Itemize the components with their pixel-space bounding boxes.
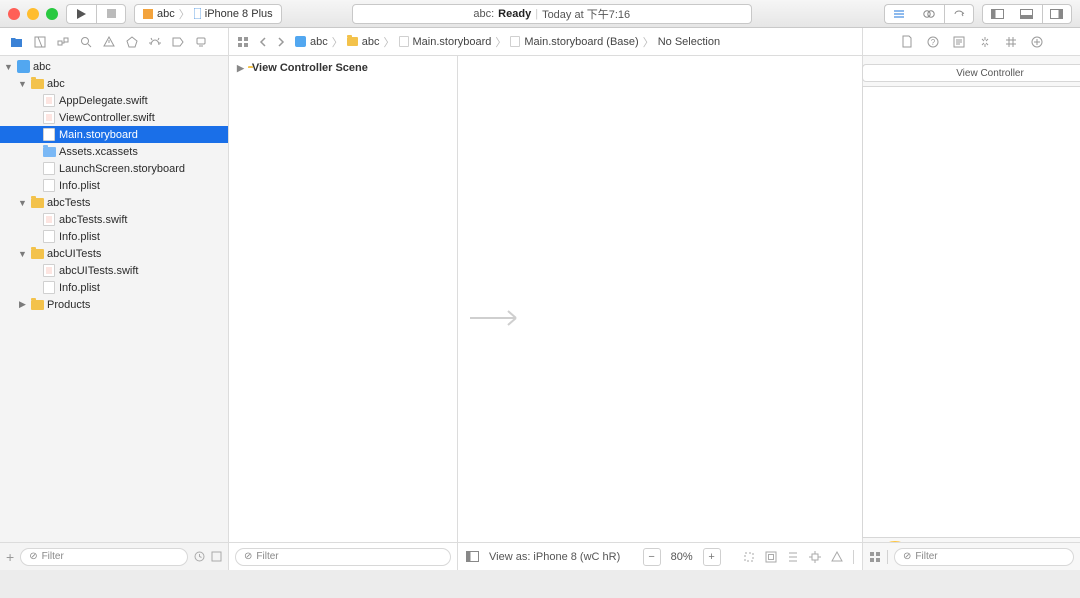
symbol-navigator-icon[interactable] bbox=[57, 36, 69, 48]
tree-row-folder[interactable]: Assets.xcassets bbox=[0, 143, 228, 160]
resolve-issues-icon[interactable] bbox=[831, 551, 843, 563]
tree-row-file[interactable]: Info.plist bbox=[0, 279, 228, 296]
breakpoint-navigator-icon[interactable] bbox=[172, 36, 184, 48]
recent-filter-icon[interactable] bbox=[194, 551, 205, 562]
editor-toolbar: abc〉 abc〉 Main.storyboard〉 Main.storyboa… bbox=[0, 28, 1080, 56]
view-as-label[interactable]: View as: iPhone 8 (wC hR) bbox=[489, 551, 620, 563]
library-filter-bar: ⊘Filter bbox=[863, 542, 1080, 570]
project-navigator-icon[interactable] bbox=[10, 36, 23, 48]
tree-row-file[interactable]: Info.plist bbox=[0, 177, 228, 194]
standard-editor-button[interactable] bbox=[884, 4, 914, 24]
minimize-window-icon[interactable] bbox=[27, 8, 39, 20]
back-button[interactable] bbox=[259, 37, 267, 47]
window-controls bbox=[8, 8, 58, 20]
stop-button[interactable] bbox=[96, 4, 126, 24]
svg-text:?: ? bbox=[930, 38, 935, 47]
storyboard-file-icon bbox=[510, 36, 520, 47]
toggle-debug-button[interactable] bbox=[1012, 4, 1042, 24]
find-navigator-icon[interactable] bbox=[80, 36, 92, 48]
inspector-selector-bar: ? bbox=[862, 28, 1080, 55]
tree-row-group[interactable]: ▶Products bbox=[0, 296, 228, 313]
crumb-project[interactable]: abc bbox=[310, 36, 328, 48]
scm-filter-icon[interactable] bbox=[211, 551, 222, 562]
library-filter-input[interactable]: ⊘Filter bbox=[894, 548, 1074, 566]
navigator-selector-bar bbox=[0, 28, 229, 55]
crumb-selection[interactable]: No Selection bbox=[658, 36, 720, 48]
test-navigator-icon[interactable] bbox=[126, 36, 138, 48]
tree-row-file[interactable]: AppDelegate.swift bbox=[0, 92, 228, 109]
forward-button[interactable] bbox=[277, 37, 285, 47]
tree-row-project[interactable]: ▼abc bbox=[0, 58, 228, 75]
view-controller-title-bar[interactable]: View Controller bbox=[862, 64, 1080, 82]
align-icon[interactable] bbox=[787, 551, 799, 563]
file-inspector-icon[interactable] bbox=[901, 35, 913, 48]
tree-row-group[interactable]: ▼abc bbox=[0, 75, 228, 92]
crumb-base[interactable]: Main.storyboard (Base) bbox=[524, 36, 638, 48]
tree-row-group[interactable]: ▼abcTests bbox=[0, 194, 228, 211]
tree-row-file[interactable]: LaunchScreen.storyboard bbox=[0, 160, 228, 177]
navigator-filter-input[interactable]: ⊘Filter bbox=[20, 548, 188, 566]
run-button[interactable] bbox=[66, 4, 96, 24]
status-time: Today at 下午7:16 bbox=[542, 6, 630, 22]
window-titlebar: abc 〉 iPhone 8 Plus abc: Ready | Today a… bbox=[0, 0, 1080, 28]
project-navigator: ▼abc ▼abc AppDelegate.swift ViewControll… bbox=[0, 56, 229, 570]
version-editor-button[interactable] bbox=[944, 4, 974, 24]
zoom-out-button[interactable]: − bbox=[643, 548, 661, 566]
zoom-window-icon[interactable] bbox=[46, 8, 58, 20]
canvas-bottom-bar: View as: iPhone 8 (wC hR) − 80% + bbox=[458, 542, 862, 570]
tree-row-file[interactable]: abcTests.swift bbox=[0, 211, 228, 228]
source-control-navigator-icon[interactable] bbox=[34, 36, 46, 48]
related-items-icon[interactable] bbox=[237, 36, 249, 48]
folder-icon bbox=[347, 37, 358, 46]
debug-navigator-icon[interactable] bbox=[149, 36, 161, 48]
view-controller-view[interactable] bbox=[862, 86, 1080, 538]
tree-row-file[interactable]: ViewController.swift bbox=[0, 109, 228, 126]
jump-bar[interactable]: abc〉 abc〉 Main.storyboard〉 Main.storyboa… bbox=[295, 34, 720, 50]
scheme-target: abc bbox=[157, 8, 175, 20]
scheme-selector[interactable]: abc 〉 iPhone 8 Plus bbox=[134, 4, 282, 24]
toggle-outline-icon[interactable] bbox=[466, 551, 479, 562]
report-navigator-icon[interactable] bbox=[195, 36, 207, 48]
identity-inspector-icon[interactable] bbox=[953, 36, 965, 48]
tree-row-file[interactable]: Info.plist bbox=[0, 228, 228, 245]
tree-row-group[interactable]: ▼abcUITests bbox=[0, 245, 228, 262]
initial-vc-arrow-icon bbox=[468, 308, 524, 328]
crumb-group[interactable]: abc bbox=[362, 36, 380, 48]
filter-icon: ⊘ bbox=[29, 551, 37, 562]
connections-inspector-icon[interactable] bbox=[1031, 36, 1043, 48]
activity-status: abc: Ready | Today at 下午7:16 bbox=[352, 4, 752, 24]
filter-icon: ⊘ bbox=[244, 551, 252, 562]
update-frames-icon[interactable] bbox=[743, 551, 755, 563]
toggle-navigator-button[interactable] bbox=[982, 4, 1012, 24]
document-outline: ▶ View Controller Scene ⊘Filter bbox=[229, 56, 458, 570]
storyboard-file-icon bbox=[399, 36, 409, 47]
zoom-in-button[interactable]: + bbox=[703, 548, 721, 566]
toggle-inspector-button[interactable] bbox=[1042, 4, 1072, 24]
project-icon bbox=[295, 36, 306, 47]
filter-icon: ⊘ bbox=[903, 551, 911, 562]
outline-scene-row[interactable]: ▶ View Controller Scene bbox=[237, 62, 449, 74]
status-project: abc: bbox=[473, 8, 494, 20]
interface-builder-canvas[interactable]: View Controller View as: iPhone 8 (wC hR… bbox=[458, 56, 862, 570]
close-window-icon[interactable] bbox=[8, 8, 20, 20]
navigator-filter-bar: + ⊘Filter bbox=[0, 542, 228, 570]
crumb-file[interactable]: Main.storyboard bbox=[413, 36, 492, 48]
library-grid-icon[interactable] bbox=[869, 551, 881, 563]
outline-filter-input[interactable]: ⊘Filter bbox=[235, 548, 451, 566]
tree-row-file-selected[interactable]: Main.storyboard bbox=[0, 126, 228, 143]
quick-help-icon[interactable]: ? bbox=[927, 36, 939, 48]
zoom-level[interactable]: 80% bbox=[671, 551, 693, 563]
attributes-inspector-icon[interactable] bbox=[979, 36, 991, 48]
scheme-device: iPhone 8 Plus bbox=[205, 8, 273, 20]
issue-navigator-icon[interactable] bbox=[103, 36, 115, 48]
assistant-editor-button[interactable] bbox=[914, 4, 944, 24]
add-button[interactable]: + bbox=[6, 549, 14, 565]
chevron-right-icon: 〉 bbox=[179, 6, 190, 22]
pin-icon[interactable] bbox=[809, 551, 821, 563]
status-state: Ready bbox=[498, 8, 531, 20]
embed-in-icon[interactable] bbox=[765, 551, 777, 563]
tree-row-file[interactable]: abcUITests.swift bbox=[0, 262, 228, 279]
size-inspector-icon[interactable] bbox=[1005, 36, 1017, 48]
